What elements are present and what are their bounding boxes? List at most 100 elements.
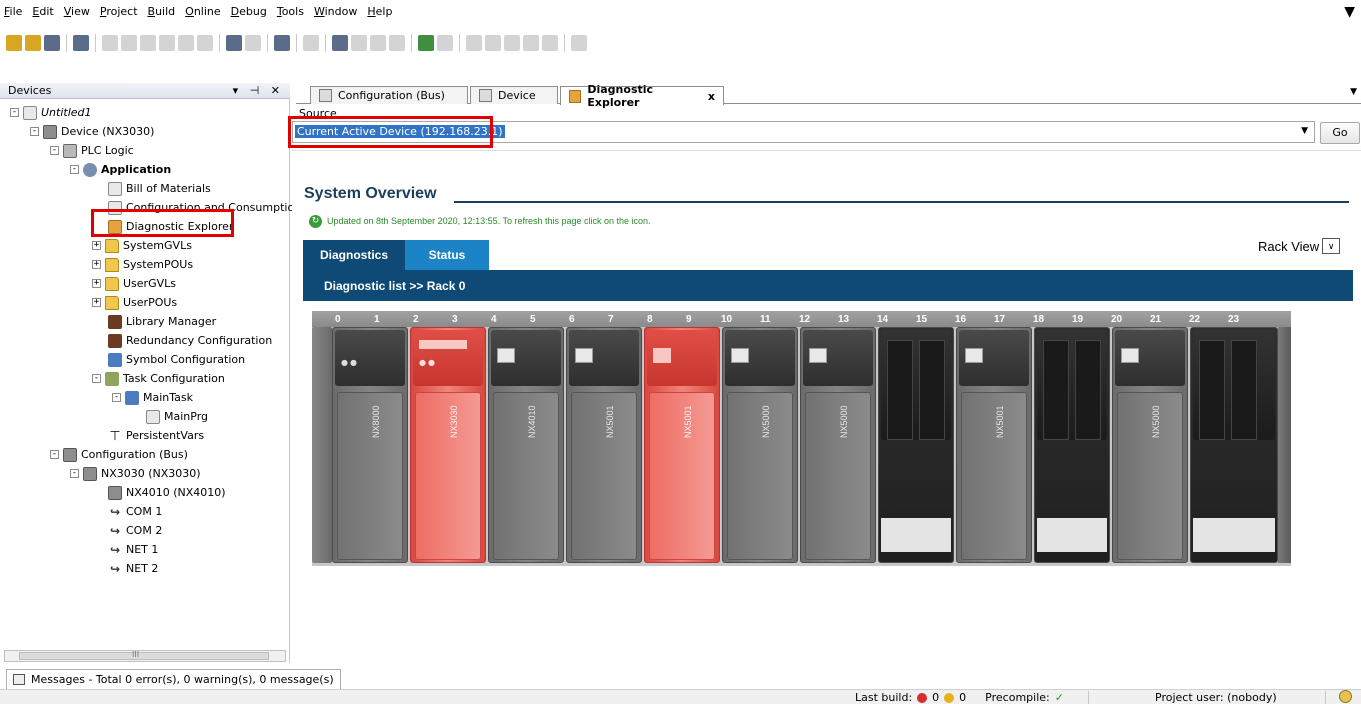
tree-node-net1[interactable]: ↪ NET 1 [108, 540, 158, 559]
undo-icon[interactable] [102, 35, 118, 51]
tree-node-application[interactable]: - Application [70, 160, 171, 179]
expand-icon[interactable]: + [92, 298, 101, 307]
menu-view[interactable]: View [64, 5, 90, 18]
user-icon[interactable] [1339, 690, 1352, 703]
redo-icon[interactable] [121, 35, 137, 51]
tree-node-mainprg[interactable]: MainPrg [146, 407, 208, 426]
tree-node-usergvls[interactable]: + UserGVLs [92, 274, 176, 293]
menu-help[interactable]: Help [367, 5, 392, 18]
save-icon[interactable] [44, 35, 60, 51]
tree-node-redundancy-configuration[interactable]: Redundancy Configuration [108, 331, 272, 350]
menu-build[interactable]: Build [148, 5, 176, 18]
refresh-icon[interactable]: ↻ [309, 215, 322, 228]
stop-icon[interactable] [389, 35, 405, 51]
login-icon[interactable] [332, 35, 348, 51]
rack-module[interactable]: NX5000 [1112, 327, 1188, 563]
open-project-icon[interactable] [25, 35, 41, 51]
menu-tools[interactable]: Tools [277, 5, 304, 18]
expand-icon[interactable]: + [92, 241, 101, 250]
collapse-icon[interactable]: - [50, 450, 59, 459]
tree-node-userpous[interactable]: + UserPOUs [92, 293, 177, 312]
chevron-down-icon[interactable]: ∨ [1322, 238, 1341, 254]
run-icon[interactable] [370, 35, 386, 51]
copy-icon[interactable] [159, 35, 175, 51]
rack-module[interactable]: NX4010 [488, 327, 564, 563]
reset-icon[interactable] [418, 35, 434, 51]
tree-node-com2[interactable]: ↪ COM 2 [108, 521, 162, 540]
tab-configuration-bus[interactable]: Configuration (Bus) [310, 86, 468, 104]
delete-icon[interactable] [197, 35, 213, 51]
rack-module[interactable]: NX5001 [566, 327, 642, 563]
rack-module[interactable]: NX5001 [956, 327, 1032, 563]
step-into-icon[interactable] [485, 35, 501, 51]
tree-node-systemgvls[interactable]: + SystemGVLs [92, 236, 192, 255]
insert-icon[interactable] [303, 35, 319, 51]
tree-node-device[interactable]: - Device (NX3030) [30, 122, 154, 141]
go-button[interactable]: Go [1320, 122, 1360, 144]
rack-module[interactable]: NX5000 [800, 327, 876, 563]
step-out-icon[interactable] [504, 35, 520, 51]
collapse-icon[interactable]: - [112, 393, 121, 402]
rack-module[interactable]: ●● NX3030 [410, 327, 486, 563]
step-over-icon[interactable] [466, 35, 482, 51]
menu-project[interactable]: Project [100, 5, 138, 18]
cut-icon[interactable] [140, 35, 156, 51]
filter-icon[interactable]: ▼ [1344, 4, 1355, 20]
replace-icon[interactable] [245, 35, 261, 51]
rack-empty-slot[interactable] [878, 327, 954, 563]
tree-node-systempous[interactable]: + SystemPOUs [92, 255, 193, 274]
menu-online[interactable]: Online [185, 5, 221, 18]
collapse-icon[interactable]: - [10, 108, 19, 117]
tab-device[interactable]: Device [470, 86, 558, 104]
tree-node-configuration-bus[interactable]: - Configuration (Bus) [50, 445, 188, 464]
tree-node-plc-logic[interactable]: - PLC Logic [50, 141, 134, 160]
tree-node-untitled1[interactable]: - Untitled1 [10, 103, 92, 122]
messages-tab[interactable]: Messages - Total 0 error(s), 0 warning(s… [6, 669, 341, 689]
breakpoint-icon[interactable] [542, 35, 558, 51]
clock-icon[interactable] [437, 35, 453, 51]
collapse-icon[interactable]: - [92, 374, 101, 383]
tree-node-nx4010[interactable]: NX4010 (NX4010) [108, 483, 226, 502]
rack-empty-slot[interactable] [1034, 327, 1110, 563]
tree-node-task-configuration[interactable]: - Task Configuration [92, 369, 225, 388]
tree-node-maintask[interactable]: - MainTask [112, 388, 193, 407]
rack-module[interactable]: NX5001 [644, 327, 720, 563]
panel-controls[interactable]: ▾ ⊣ ✕ [233, 84, 284, 97]
tree-node-persistentvars[interactable]: ⊤ PersistentVars [108, 426, 204, 445]
tree-node-com1[interactable]: ↪ COM 1 [108, 502, 162, 521]
device-icon[interactable] [274, 35, 290, 51]
close-icon[interactable]: x [708, 90, 715, 103]
menu-edit[interactable]: Edit [32, 5, 53, 18]
menu-window[interactable]: Window [314, 5, 357, 18]
run-to-cursor-icon[interactable] [523, 35, 539, 51]
tab-dropdown-icon[interactable]: ▼ [1350, 87, 1357, 97]
rack-module[interactable]: ●● NX8000 [332, 327, 408, 563]
tree-node-nx3030[interactable]: - NX3030 (NX3030) [70, 464, 201, 483]
find-icon[interactable] [226, 35, 242, 51]
rack-view-dropdown[interactable]: Rack View ∨ [1258, 238, 1341, 254]
tree-node-symbol-configuration[interactable]: Symbol Configuration [108, 350, 245, 369]
menu-file[interactable]: File [4, 5, 22, 18]
scrollbar-thumb[interactable]: III [19, 650, 269, 660]
menu-debug[interactable]: Debug [231, 5, 267, 18]
collapse-icon[interactable]: - [70, 469, 79, 478]
logout-icon[interactable] [351, 35, 367, 51]
rack-module[interactable]: NX5000 [722, 327, 798, 563]
expand-icon[interactable]: + [92, 260, 101, 269]
tree-node-net2[interactable]: ↪ NET 2 [108, 559, 158, 578]
next-statement-icon[interactable] [571, 35, 587, 51]
print-icon[interactable] [73, 35, 89, 51]
rack-empty-slot[interactable] [1190, 327, 1278, 563]
tree-node-bill-of-materials[interactable]: Bill of Materials [108, 179, 211, 198]
tree-node-library-manager[interactable]: Library Manager [108, 312, 216, 331]
collapse-icon[interactable]: - [50, 146, 59, 155]
tab-status[interactable]: Status [405, 240, 489, 270]
tab-diagnostic-explorer[interactable]: Diagnostic Explorer x [560, 83, 724, 109]
expand-icon[interactable]: + [92, 279, 101, 288]
chevron-down-icon[interactable]: ▼ [1301, 126, 1308, 136]
tab-diagnostics[interactable]: Diagnostics [303, 240, 405, 270]
collapse-icon[interactable]: - [30, 127, 39, 136]
collapse-icon[interactable]: - [70, 165, 79, 174]
paste-icon[interactable] [178, 35, 194, 51]
breadcrumb-text[interactable]: Diagnostic list >> Rack 0 [324, 279, 465, 293]
